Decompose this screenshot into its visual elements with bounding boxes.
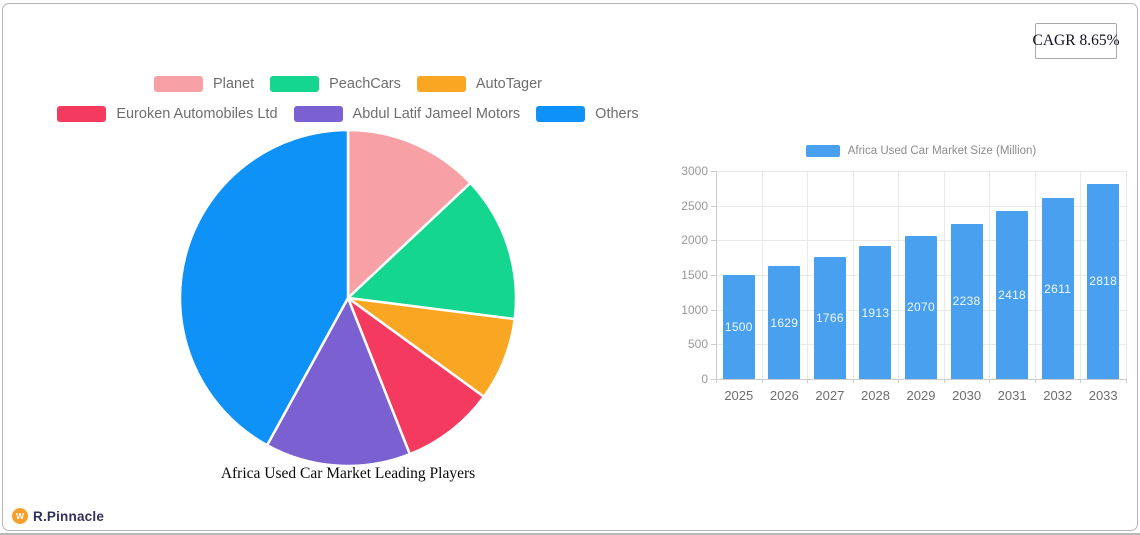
x-axis-label-2032: 2032: [1043, 388, 1073, 403]
x-axis-line: [716, 379, 1127, 380]
y-axis-label: 1000: [681, 302, 708, 317]
y-axis-label: 2500: [681, 198, 708, 213]
x-axis-label-2026: 2026: [769, 388, 799, 403]
gridline-v: [1126, 171, 1127, 379]
x-axis-label-2031: 2031: [997, 388, 1027, 403]
y-axis-label: 1500: [681, 268, 708, 282]
gridline-v: [989, 171, 991, 379]
bar-2026: 1629: [768, 266, 801, 379]
bar-chart: 0 500 1000 1500 2000 2500 3000 1500 2025 1629 2026…: [0, 0, 1140, 535]
bar-2029: 2070: [905, 235, 937, 379]
x-axis-label-2028: 2028: [861, 388, 890, 403]
y-axis-label: 0: [701, 372, 708, 386]
x-axis-label-2033: 2033: [1088, 388, 1118, 403]
bar-2032: 2611: [1041, 198, 1074, 379]
bar-value-label: 2818: [1089, 274, 1118, 289]
x-axis-label-2030: 2030: [952, 388, 982, 403]
gridline-v: [1034, 171, 1036, 379]
bar-value-label: 1629: [770, 315, 799, 330]
bar-2028: 1913: [859, 246, 892, 379]
bar-2027: 1766: [813, 256, 846, 379]
bar-value-label: 1766: [815, 310, 844, 325]
gridline-v: [807, 171, 809, 379]
bar-value-label: 1913: [861, 305, 890, 320]
bar-value-label: 2611: [1044, 281, 1072, 296]
bar-2025: 1500: [722, 275, 755, 379]
gridline-v: [852, 171, 854, 379]
y-axis-label: 2000: [681, 233, 708, 248]
bar-value-label: 2418: [998, 288, 1027, 303]
bar-2030: 2238: [950, 223, 983, 379]
bar-value-label: 2238: [952, 294, 981, 309]
gridline-v: [1080, 171, 1082, 379]
brand-name: R.Pinnacle: [33, 508, 105, 524]
y-axis-label: 3000: [681, 164, 708, 178]
gridline-v: [761, 171, 763, 379]
x-axis-label-2027: 2027: [815, 388, 845, 403]
bar-2033: 2818: [1087, 183, 1120, 379]
pinnacle-logo-icon: W: [12, 508, 28, 524]
y-axis-label: 500: [687, 337, 708, 352]
bar-value-label: 1500: [724, 320, 753, 334]
gridline-v: [898, 171, 900, 379]
y-axis-line: [716, 171, 717, 383]
gridline-v: [943, 171, 945, 379]
x-axis-label-2029: 2029: [906, 388, 936, 403]
brand-logo: W R.Pinnacle: [12, 508, 104, 524]
x-axis-label-2025: 2025: [724, 388, 754, 403]
bar-value-label: 2070: [907, 300, 935, 315]
gridline-h: [716, 171, 1126, 172]
bar-2031: 2418: [996, 211, 1029, 379]
